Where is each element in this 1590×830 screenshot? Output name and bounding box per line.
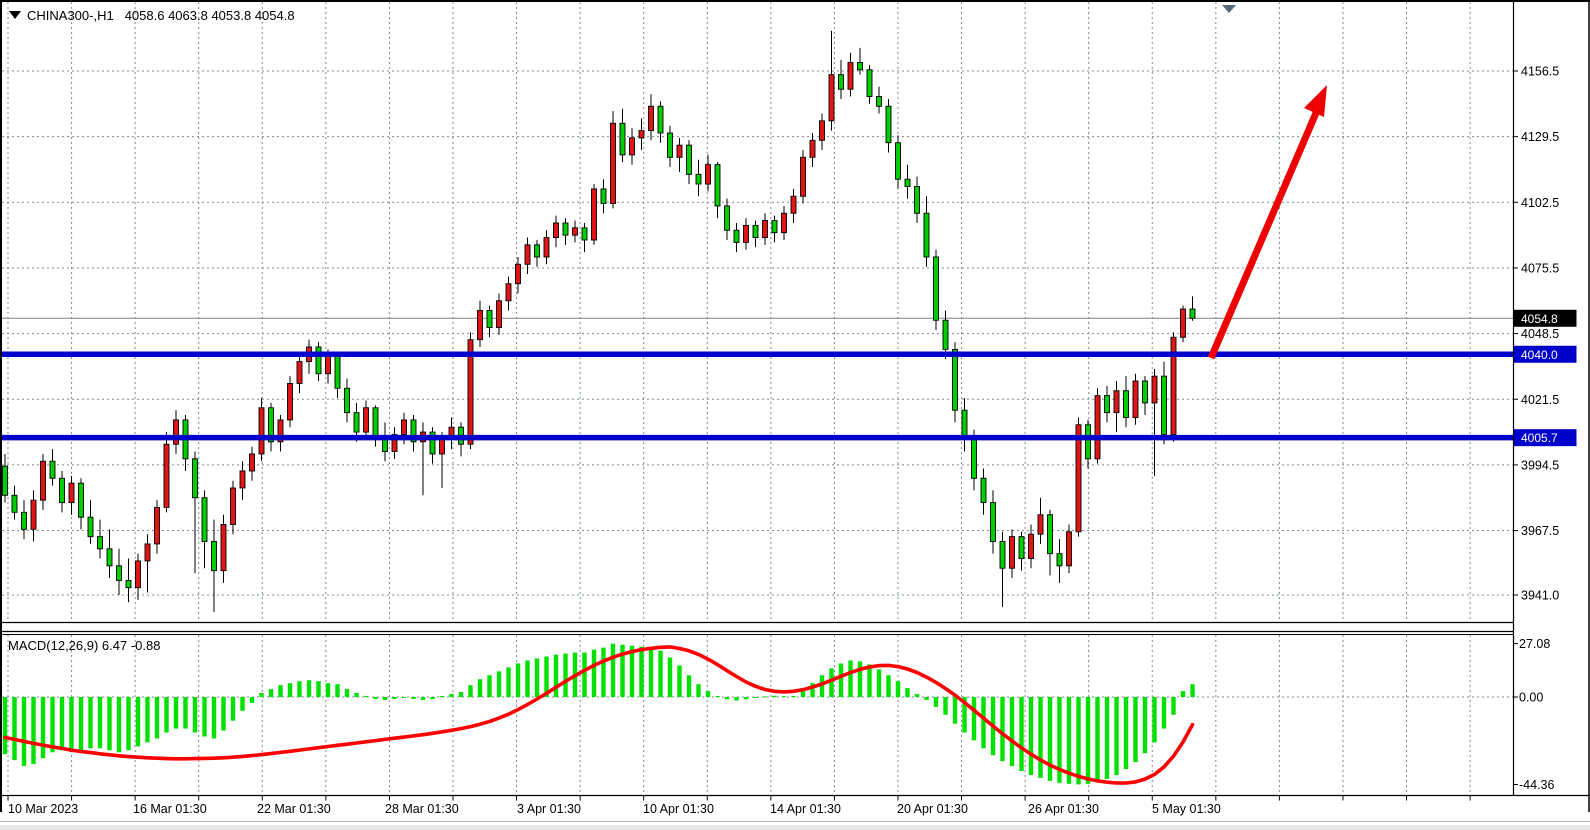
macd-tick-label: -44.36 bbox=[1519, 778, 1554, 792]
time-tick-label: 16 Mar 01:30 bbox=[133, 802, 207, 816]
time-tick-label: 28 Mar 01:30 bbox=[385, 802, 459, 816]
candle bbox=[1171, 332, 1176, 441]
time-tick-label: 5 May 01:30 bbox=[1152, 802, 1221, 816]
time-tick-label: 14 Apr 01:30 bbox=[770, 802, 841, 816]
candle bbox=[164, 432, 169, 512]
time-tick-label: 10 Apr 01:30 bbox=[643, 802, 714, 816]
time-tick-label: 20 Apr 01:30 bbox=[897, 802, 968, 816]
ohlc-readout: 4058.6 4063.8 4053.8 4054.8 bbox=[125, 8, 295, 23]
macd-tick-label: 0.00 bbox=[1519, 691, 1543, 705]
price-tick-label: 4102.5 bbox=[1521, 196, 1559, 210]
price-tick-label: 4021.5 bbox=[1521, 393, 1559, 407]
symbol-timeframe-label: CHINA300-,H1 bbox=[27, 8, 114, 23]
price-tick-label: 4156.5 bbox=[1521, 65, 1559, 79]
price-tick-label: 4129.5 bbox=[1521, 130, 1559, 144]
candle bbox=[592, 184, 597, 245]
candle bbox=[801, 150, 806, 203]
macd-indicator-label: MACD(12,26,9) 6.47 -0.88 bbox=[8, 638, 160, 653]
hline-price-box: 4040.0 bbox=[1521, 348, 1558, 362]
hline-price-box: 4005.7 bbox=[1521, 431, 1558, 445]
candle bbox=[1133, 374, 1138, 425]
last-price-box: 4054.8 bbox=[1521, 312, 1558, 326]
candle bbox=[288, 376, 293, 427]
price-pane[interactable] bbox=[2, 2, 1513, 622]
mt4-chart-window: 4156.5 4129.5 4102.5 4075.5 4048.5 4021.5 3994… bbox=[0, 0, 1590, 825]
candle bbox=[934, 250, 939, 330]
candle bbox=[611, 111, 616, 208]
candle bbox=[1095, 388, 1100, 463]
candle bbox=[1067, 524, 1072, 573]
chart-title: CHINA300-,H1 4058.6 4063.8 4053.8 4054.8 bbox=[9, 8, 295, 23]
price-tick-label: 4048.5 bbox=[1521, 327, 1559, 341]
price-tick-label: 4075.5 bbox=[1521, 261, 1559, 275]
candle bbox=[1181, 306, 1186, 342]
price-tick-label: 3994.5 bbox=[1521, 458, 1559, 472]
price-tick-label: 3967.5 bbox=[1521, 524, 1559, 538]
candle bbox=[259, 398, 264, 461]
price-tick-label: 3941.0 bbox=[1521, 588, 1559, 602]
time-tick-label: 26 Apr 01:30 bbox=[1028, 802, 1099, 816]
time-tick-label: 3 Apr 01:30 bbox=[517, 802, 581, 816]
title-text: CHINA300-,H1 4058.6 4063.8 4053.8 4054.8 bbox=[27, 8, 295, 23]
time-tick-label: 22 Mar 01:30 bbox=[257, 802, 331, 816]
macd-pane[interactable] bbox=[2, 633, 1513, 795]
time-tick-label: 10 Mar 2023 bbox=[8, 802, 78, 816]
candle bbox=[468, 332, 473, 449]
macd-tick-label: 27.08 bbox=[1519, 637, 1550, 651]
